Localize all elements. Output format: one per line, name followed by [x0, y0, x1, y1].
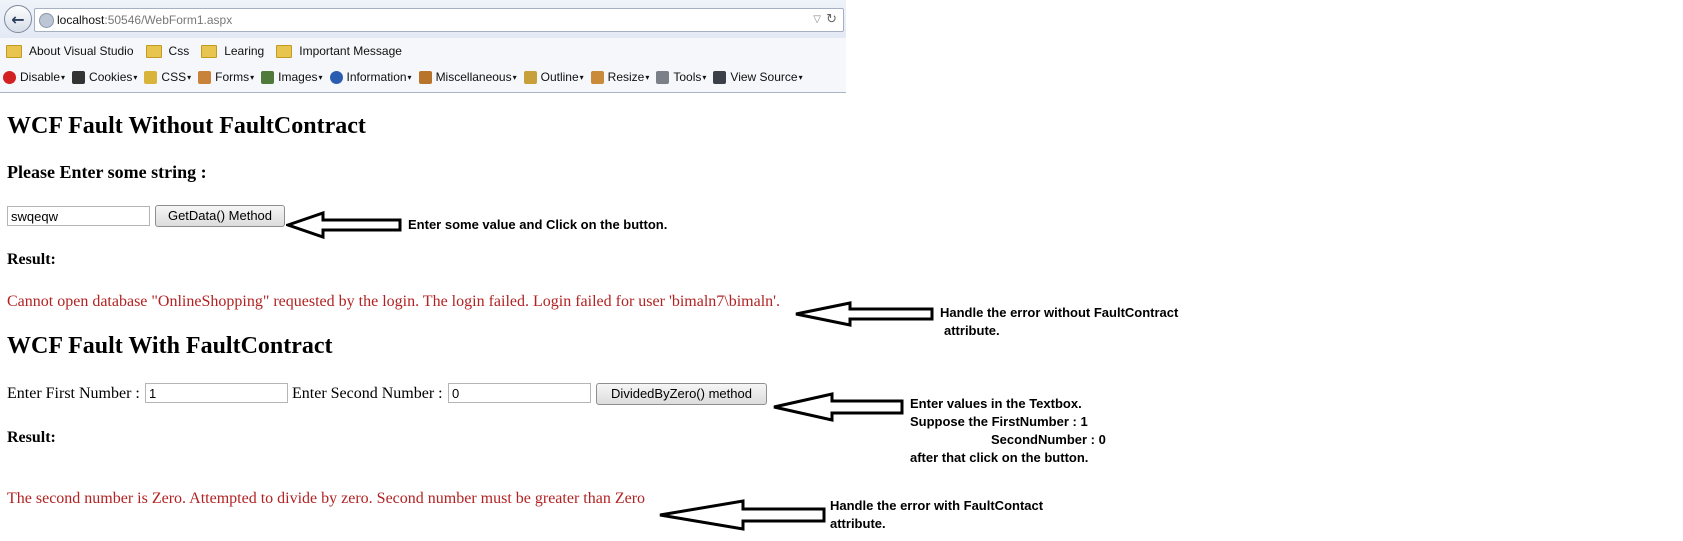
disable-icon [3, 70, 16, 84]
toolbar-label: Miscellaneous [435, 70, 512, 84]
bookmark-important-message[interactable]: Important Message [276, 44, 402, 58]
first-number-label: Enter First Number : [7, 385, 140, 402]
second-number-label: Enter Second Number : [292, 385, 443, 402]
annotation-note-2-line2: attribute. [944, 323, 1000, 338]
section1-error-message: Cannot open database "OnlineShopping" re… [7, 293, 781, 310]
toolbar-label: Cookies [89, 70, 133, 84]
clipboard-icon [198, 70, 212, 84]
url-text: localhost:50546/WebForm1.aspx [57, 9, 232, 31]
bookmark-label: About Visual Studio [29, 44, 134, 58]
first-number-input[interactable]: 1 [145, 383, 288, 403]
tools-icon [656, 70, 670, 84]
url-bar[interactable]: localhost:50546/WebForm1.aspx ▽ ↻ [34, 8, 844, 32]
annotation-note-2-line1: Handle the error without FaultContract [940, 305, 1179, 320]
folder-icon [145, 44, 162, 58]
caret-icon: ▾ [645, 72, 650, 82]
toolbar-outline[interactable]: Outline ▾ [523, 70, 584, 84]
section1-title: WCF Fault Without FaultContract [7, 113, 366, 139]
url-host: localhost [57, 13, 105, 27]
annotation-note-3: Enter values in the Textbox. Suppose the… [910, 395, 1106, 467]
bookmark-label: Css [168, 44, 190, 58]
caret-icon: ▾ [702, 72, 707, 82]
bookmarks-bar: About Visual Studio Css Learing Importan… [0, 40, 846, 62]
cookie-icon [72, 70, 86, 84]
annotation-note-3-line1: Enter values in the Textbox. [910, 396, 1082, 411]
section2-result-label: Result: [7, 429, 56, 446]
annotation-note-1: Enter some value and Click on the button… [408, 217, 668, 232]
getdata-button[interactable]: GetData() Method [155, 205, 285, 227]
globe-icon [39, 13, 54, 28]
bookmark-label: Important Message [299, 44, 402, 58]
url-path: :50546/WebForm1.aspx [104, 13, 233, 27]
toolbar-label: View Source [730, 70, 798, 84]
caret-icon: ▾ [407, 72, 412, 82]
annotation-arrow-3 [773, 392, 904, 422]
annotation-note-4-line2: attribute. [830, 516, 886, 531]
section2-title: WCF Fault With FaultContract [7, 333, 333, 359]
bookmark-about-visual-studio[interactable]: About Visual Studio [6, 44, 134, 58]
book-icon [418, 70, 432, 84]
toolbar-disable[interactable]: Disable ▾ [3, 70, 65, 84]
back-button[interactable]: ← [4, 5, 32, 33]
annotation-note-2: Handle the error without FaultContract a… [940, 304, 1178, 340]
caret-icon: ▾ [133, 72, 138, 82]
toolbar-label: Tools [673, 70, 702, 84]
web-developer-toolbar: Disable ▾ Cookies ▾ CSS ▾ Forms ▾ Images ▾ In… [0, 66, 846, 88]
toolbar-label: Resize [607, 70, 645, 84]
toolbar-css[interactable]: CSS ▾ [144, 70, 191, 84]
annotation-note-4: Handle the error with FaultContact attri… [830, 497, 1043, 533]
annotation-arrow-1 [286, 210, 402, 240]
caret-icon: ▾ [579, 72, 584, 82]
bookmark-label: Learing [224, 44, 265, 58]
annotation-note-3-line4: after that click on the button. [910, 450, 1089, 465]
address-row: ← localhost:50546/WebForm1.aspx ▽ ↻ [0, 0, 846, 38]
annotation-note-3-line3: SecondNumber : 0 [991, 432, 1106, 447]
toolbar-cookies[interactable]: Cookies ▾ [72, 70, 137, 84]
reload-icon[interactable]: ↻ [826, 9, 837, 31]
section2-error-message: The second number is Zero. Attempted to … [7, 490, 646, 507]
toolbar-label: CSS [161, 70, 187, 84]
back-arrow-icon: ← [11, 9, 25, 29]
section1-prompt: Please Enter some string : [7, 162, 207, 182]
dividedbyzero-button[interactable]: DividedByZero() method [596, 383, 767, 405]
caret-icon: ▾ [512, 72, 517, 82]
caret-icon: ▾ [798, 72, 803, 82]
toolbar-tools[interactable]: Tools ▾ [656, 70, 706, 84]
bookmark-learing[interactable]: Learing [201, 44, 264, 58]
browser-chrome: ← localhost:50546/WebForm1.aspx ▽ ↻ Abou… [0, 0, 846, 93]
toolbar-forms[interactable]: Forms ▾ [198, 70, 254, 84]
annotation-note-4-line1: Handle the error with FaultContact [830, 498, 1044, 513]
pencil-icon [523, 70, 537, 84]
folder-icon [276, 44, 293, 58]
toolbar-miscellaneous[interactable]: Miscellaneous ▾ [418, 70, 517, 84]
toolbar-label: Forms [215, 70, 250, 84]
bookmark-css[interactable]: Css [145, 44, 190, 58]
caret-icon: ▾ [250, 72, 255, 82]
caret-icon: ▾ [318, 72, 323, 82]
toolbar-label: Images [278, 70, 318, 84]
toolbar-information[interactable]: Information ▾ [329, 70, 412, 84]
caret-icon: ▾ [61, 72, 66, 82]
source-icon [713, 70, 727, 84]
url-dropdown-icon[interactable]: ▽ [813, 9, 821, 31]
annotation-arrow-2 [795, 301, 934, 327]
info-icon [329, 70, 343, 84]
toolbar-label: Information [346, 70, 407, 84]
toolbar-resize[interactable]: Resize ▾ [590, 70, 650, 84]
section1-result-label: Result: [7, 251, 56, 268]
folder-icon [201, 44, 218, 58]
folder-icon [6, 44, 22, 58]
toolbar-view-source[interactable]: View Source ▾ [713, 70, 803, 84]
toolbar-images[interactable]: Images ▾ [261, 70, 323, 84]
annotation-arrow-4 [659, 499, 826, 531]
annotation-note-3-line2: Suppose the FirstNumber : 1 [910, 414, 1088, 429]
string-input[interactable]: swqeqw [7, 206, 150, 226]
toolbar-label: Disable [20, 70, 61, 84]
pencil-icon [144, 70, 158, 84]
caret-icon: ▾ [187, 72, 192, 82]
toolbar-label: Outline [540, 70, 579, 84]
ruler-icon [590, 70, 604, 84]
second-number-input[interactable]: 0 [448, 383, 591, 403]
image-icon [261, 70, 275, 84]
